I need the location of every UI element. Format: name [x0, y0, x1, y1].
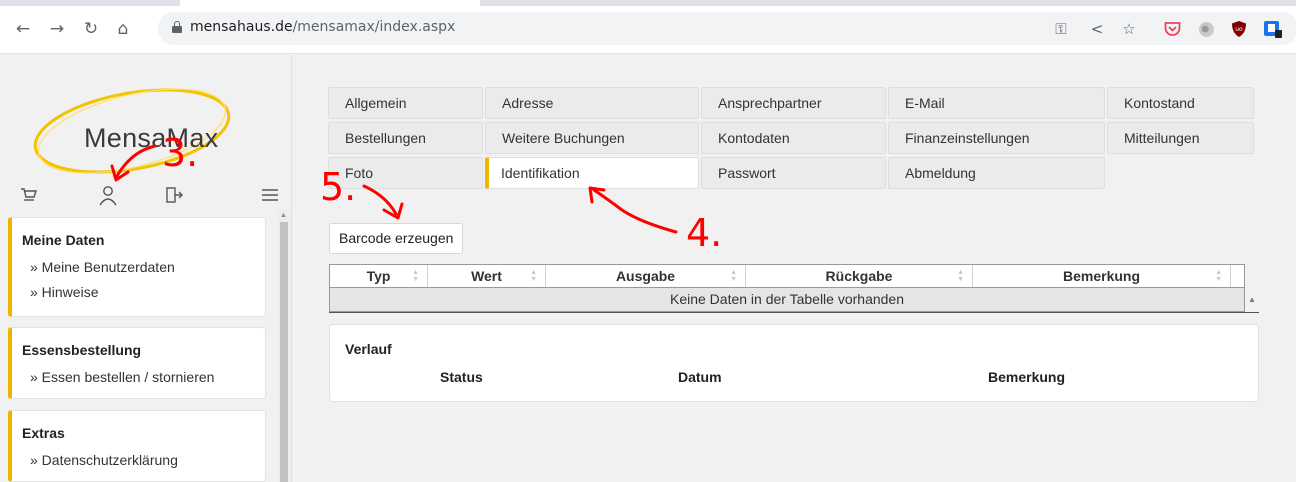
- url-domain: mensahaus.de: [190, 19, 293, 35]
- back-arrow-icon[interactable]: ←: [12, 18, 34, 40]
- tab-kontostand[interactable]: Kontostand: [1107, 87, 1254, 119]
- sort-icon: ▲ ▼: [530, 269, 537, 283]
- menu-item-essen-bestellen[interactable]: » Essen bestellen / stornieren: [22, 365, 255, 390]
- svg-text:uo: uo: [1235, 26, 1243, 33]
- sort-icon: ▲ ▼: [957, 269, 964, 283]
- lock-icon[interactable]: [172, 21, 182, 33]
- tab-abmeldung[interactable]: Abmeldung: [888, 157, 1105, 189]
- star-icon[interactable]: ☆: [1118, 18, 1140, 40]
- hamburger-icon[interactable]: [256, 182, 284, 208]
- cart-icon[interactable]: [14, 182, 42, 208]
- tab-foto[interactable]: Foto: [328, 157, 483, 189]
- table-scroll-arrows-icon[interactable]: ▲: [1245, 288, 1259, 312]
- verlauf-column-bemerkung: Bemerkung: [988, 369, 1066, 385]
- sidebar-scrollbar[interactable]: ▲: [277, 210, 291, 482]
- menu-group-essensbestellung: Essensbestellung » Essen bestellen / sto…: [8, 327, 266, 399]
- user-icon[interactable]: [94, 182, 122, 208]
- menu-item-datenschutzerklaerung[interactable]: » Datenschutzerklärung: [22, 448, 255, 473]
- tab-strip: [0, 0, 1296, 6]
- tab-identifikation[interactable]: Identifikation: [485, 157, 699, 189]
- tab-bestellungen[interactable]: Bestellungen: [328, 122, 483, 154]
- forward-arrow-icon[interactable]: →: [46, 18, 68, 40]
- tab-passwort[interactable]: Passwort: [701, 157, 886, 189]
- browser-toolbar: ← → ↻ ⌂ mensahaus.de/mensamax/index.aspx…: [0, 0, 1296, 54]
- tab-mitteilungen[interactable]: Mitteilungen: [1107, 122, 1254, 154]
- verlauf-title: Verlauf: [345, 341, 392, 357]
- verlauf-column-datum: Datum: [678, 369, 722, 385]
- tab-weitere-buchungen[interactable]: Weitere Buchungen: [485, 122, 699, 154]
- logo-text: MensaMax: [84, 123, 219, 153]
- globe-icon[interactable]: [1195, 18, 1217, 40]
- column-label: Bemerkung: [1062, 268, 1141, 284]
- mensamax-logo[interactable]: MensaMax: [20, 67, 260, 187]
- tab-email[interactable]: E-Mail: [888, 87, 1105, 119]
- share-icon[interactable]: <: [1086, 18, 1108, 40]
- extension-icon[interactable]: [1262, 18, 1284, 40]
- scrollbar-thumb[interactable]: [280, 222, 288, 482]
- tab-adresse[interactable]: Adresse: [485, 87, 699, 119]
- sort-icon: ▲ ▼: [1215, 269, 1222, 283]
- column-label: Ausgabe: [615, 268, 676, 284]
- menu-group-title: Meine Daten: [22, 232, 105, 248]
- tab-finanzeinstellungen[interactable]: Finanzeinstellungen: [888, 122, 1105, 154]
- menu-item-hinweise[interactable]: » Hinweise: [22, 280, 255, 305]
- table-header: Typ ▲ ▼ Wert ▲ ▼ Ausgabe ▲ ▼ Rückgabe ▲ ▼ Bemerk…: [329, 264, 1245, 288]
- reload-icon[interactable]: ↻: [80, 18, 102, 40]
- verlauf-column-status: Status: [440, 369, 483, 385]
- scroll-up-arrow-icon[interactable]: ▲: [280, 212, 287, 219]
- menu-group-title: Extras: [22, 425, 65, 441]
- tab-ansprechpartner[interactable]: Ansprechpartner: [701, 87, 886, 119]
- current-tab[interactable]: [180, 0, 480, 6]
- verlauf-panel: Verlauf Status Datum Bemerkung: [329, 324, 1259, 402]
- column-label: Wert: [471, 268, 502, 284]
- column-header-bemerkung[interactable]: Bemerkung ▲ ▼: [973, 265, 1231, 287]
- url-text[interactable]: mensahaus.de/mensamax/index.aspx: [190, 19, 455, 35]
- barcode-erzeugen-button[interactable]: Barcode erzeugen: [329, 223, 464, 254]
- table-bottom-border: [329, 312, 1259, 313]
- url-path: /mensamax/index.aspx: [292, 19, 456, 35]
- column-header-wert[interactable]: Wert ▲ ▼: [428, 265, 546, 287]
- ublock-icon[interactable]: uo: [1228, 18, 1250, 40]
- sidebar: MensaMax ▲ Meine Daten » Meine Benutzerd…: [0, 55, 292, 482]
- key-icon[interactable]: ⚿: [1050, 18, 1072, 40]
- menu-group-title: Essensbestellung: [22, 342, 142, 358]
- home-icon[interactable]: ⌂: [112, 18, 134, 40]
- sort-icon: ▲ ▼: [730, 269, 737, 283]
- pocket-icon[interactable]: [1161, 18, 1183, 40]
- menu-item-meine-benutzerdaten[interactable]: » Meine Benutzerdaten: [22, 255, 255, 280]
- menu-group-extras: Extras » Datenschutzerklärung: [8, 410, 266, 482]
- column-label: Rückgabe: [825, 268, 893, 284]
- tab-allgemein[interactable]: Allgemein: [328, 87, 483, 119]
- sort-icon: ▲ ▼: [412, 269, 419, 283]
- tab-kontodaten[interactable]: Kontodaten: [701, 122, 886, 154]
- main-content: Allgemein Adresse Ansprechpartner E-Mail…: [293, 55, 1296, 482]
- logout-icon[interactable]: [160, 182, 188, 208]
- table-empty-message: Keine Daten in der Tabelle vorhanden: [329, 288, 1245, 312]
- column-header-typ[interactable]: Typ ▲ ▼: [330, 265, 428, 287]
- column-label: Typ: [366, 268, 391, 284]
- column-header-ausgabe[interactable]: Ausgabe ▲ ▼: [546, 265, 746, 287]
- menu-group-meine-daten: Meine Daten » Meine Benutzerdaten » Hinw…: [8, 217, 266, 317]
- column-header-rueckgabe[interactable]: Rückgabe ▲ ▼: [746, 265, 973, 287]
